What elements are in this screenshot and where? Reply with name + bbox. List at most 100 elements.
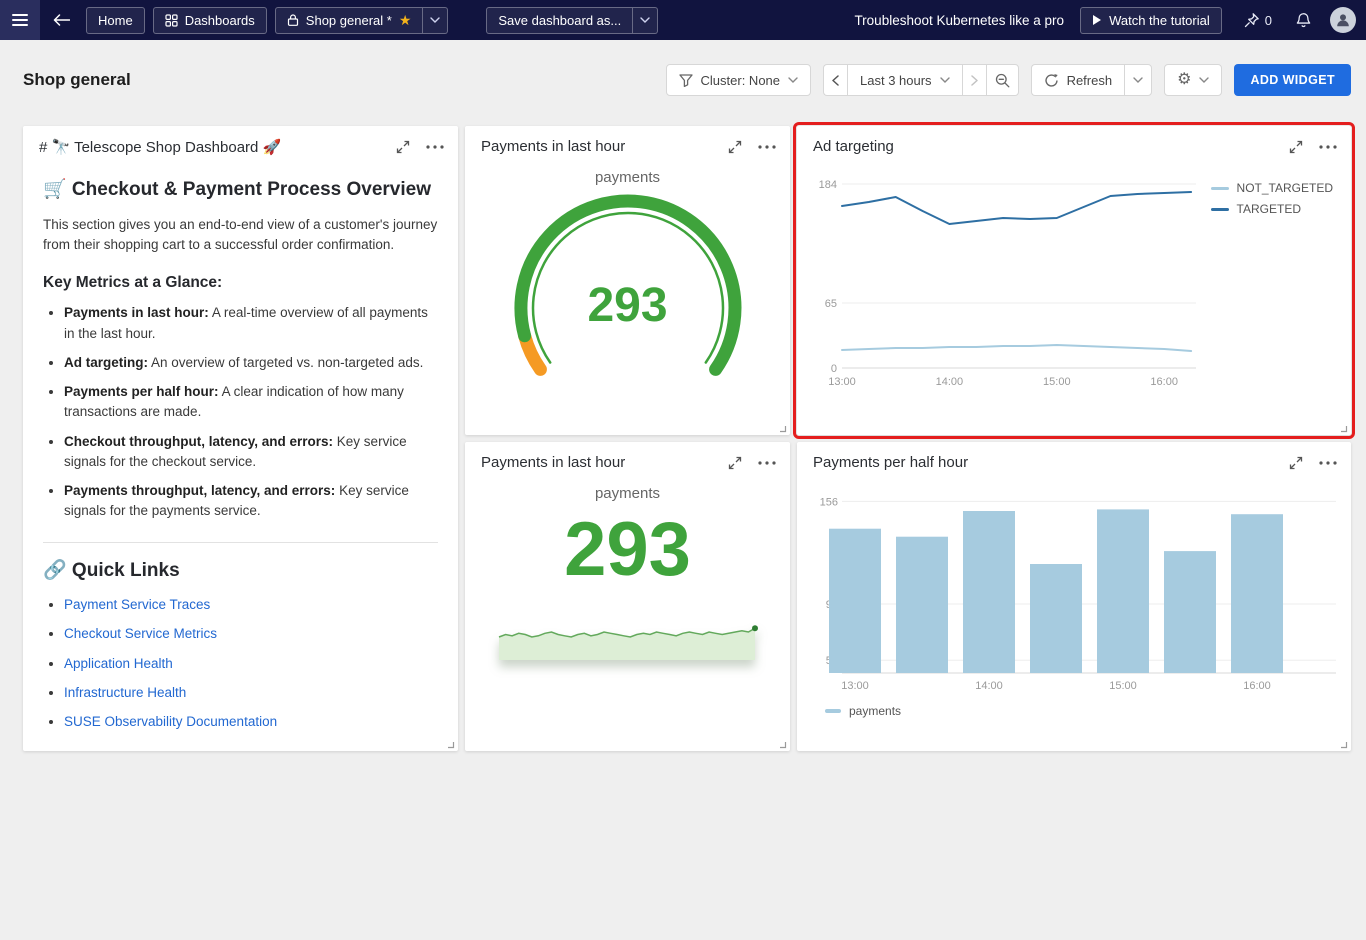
current-dashboard-label: Shop general * [306,13,392,28]
widget-header: Ad targeting [797,126,1351,159]
svg-text:14:00: 14:00 [936,376,964,388]
expand-widget-button[interactable] [1289,140,1303,154]
metric-item: Payments in last hour: A real-time overv… [64,303,438,344]
legend-swatch [1211,208,1229,211]
resize-handle[interactable] [1339,740,1348,749]
expand-widget-button[interactable] [728,140,742,154]
svg-text:15:00: 15:00 [1109,680,1137,692]
widget-title: Payments per half hour [813,454,1289,471]
favorite-star-icon[interactable]: ★ [399,13,412,27]
expand-widget-button[interactable] [728,456,742,470]
watch-tutorial-button[interactable]: Watch the tutorial [1080,7,1222,34]
markdown-content: 🛒 Checkout & Payment Process Overview Th… [23,160,458,732]
divider [43,542,438,543]
expand-icon [728,456,742,470]
chevron-down-icon [640,17,650,23]
page-title: Shop general [23,70,131,90]
sparkline-chart[interactable] [498,604,758,665]
metrics-heading: Key Metrics at a Glance: [43,271,438,294]
resize-handle[interactable] [778,424,787,433]
dashboard-grid: # 🔭 Telescope Shop Dashboard 🚀 🛒 Checkou… [0,118,1366,751]
big-number-value: 293 [465,512,790,588]
expand-widget-button[interactable] [1289,456,1303,470]
dashboard-switcher-chevron-button[interactable] [422,7,448,34]
expand-icon [1289,140,1303,154]
widget-menu-button[interactable] [758,145,776,149]
quick-link[interactable]: Infrastructure Health [64,685,186,700]
page-header: Shop general Cluster: None Last 3 hours [0,40,1366,118]
gauge-chart[interactable]: 293 [488,186,768,389]
back-button[interactable] [46,5,76,35]
notifications-button[interactable] [1288,5,1318,35]
filter-funnel-icon [679,74,693,87]
time-back-button[interactable] [823,64,847,96]
svg-text:14:00: 14:00 [975,680,1003,692]
user-avatar[interactable] [1330,7,1356,33]
refresh-options-chevron-button[interactable] [1124,64,1152,96]
svg-text:15:00: 15:00 [1043,376,1071,388]
zoom-out-time-button[interactable] [986,64,1019,96]
chevron-down-icon [430,17,440,23]
add-widget-button[interactable]: ADD WIDGET [1234,64,1351,96]
resize-handle[interactable] [446,740,455,749]
person-icon [1335,12,1351,28]
widget-menu-button[interactable] [1319,145,1337,149]
dashboards-button[interactable]: Dashboards [153,7,267,34]
widget-title: Payments in last hour [481,138,728,155]
legend-item-targeted[interactable]: TARGETED [1211,202,1333,216]
current-dashboard-group: Shop general * ★ [275,7,449,34]
refresh-label: Refresh [1067,73,1113,88]
legend-label: NOT_TARGETED [1237,181,1333,195]
widget-menu-button[interactable] [1319,461,1337,465]
legend-swatch [1211,187,1229,190]
dashboard-controls: Cluster: None Last 3 hours Refresh [666,64,1351,96]
watch-tutorial-label: Watch the tutorial [1109,13,1210,28]
time-forward-button[interactable] [962,64,986,96]
refresh-button[interactable]: Refresh [1031,64,1125,96]
widget-menu-button[interactable] [426,145,444,149]
quick-link-item: Payment Service Traces [64,595,438,615]
widget-menu-button[interactable] [758,461,776,465]
svg-text:65: 65 [825,298,837,310]
current-dashboard-button[interactable]: Shop general * ★ [275,7,423,34]
top-navigation-bar: Home Dashboards Shop general * ★ Save da… [0,0,1366,40]
resize-handle[interactable] [778,740,787,749]
time-range-button[interactable]: Last 3 hours [847,64,962,96]
quick-link[interactable]: Checkout Service Metrics [64,626,217,641]
metric-item: Checkout throughput, latency, and errors… [64,432,438,473]
expand-icon [1289,456,1303,470]
save-dashboard-as-button[interactable]: Save dashboard as... [486,7,632,34]
resize-handle[interactable] [1339,424,1348,433]
save-dashboard-chevron-button[interactable] [632,7,658,34]
section-heading: 🛒 Checkout & Payment Process Overview [43,176,438,205]
payments-gauge-widget: Payments in last hour payments 293 [465,126,790,435]
dashboard-settings-button[interactable]: ⚙ [1164,64,1222,96]
pinned-items-button[interactable]: 0 [1236,12,1280,28]
bar-chart[interactable]: 579215613:0014:0015:0016:00 [803,475,1343,697]
expand-widget-button[interactable] [396,140,410,154]
back-arrow-icon [53,14,70,26]
home-button-label: Home [98,13,133,28]
legend-item-not-targeted[interactable]: NOT_TARGETED [1211,181,1333,195]
svg-text:16:00: 16:00 [1150,376,1178,388]
time-range-label: Last 3 hours [860,73,932,88]
quick-links-heading: 🔗 Quick Links [43,557,438,586]
chevron-down-icon [1199,77,1209,83]
cluster-filter-button[interactable]: Cluster: None [666,64,811,96]
widget-header: # 🔭 Telescope Shop Dashboard 🚀 [23,126,458,160]
chevron-down-icon [1133,77,1143,83]
quick-link[interactable]: Application Health [64,656,173,671]
play-icon [1092,14,1102,26]
quick-link-item: Application Health [64,654,438,674]
bar-chart-legend[interactable]: payments [803,704,1345,718]
quick-link[interactable]: SUSE Observability Documentation [64,714,277,729]
expand-icon [396,140,410,154]
pin-icon [1244,12,1260,28]
ad-targeting-widget: Ad targeting 06518413:0014:0015:0016:00 … [797,126,1351,435]
quick-link[interactable]: Payment Service Traces [64,597,210,612]
svg-text:16:00: 16:00 [1243,680,1271,692]
bell-icon [1295,12,1312,29]
home-button[interactable]: Home [86,7,145,34]
chevron-right-icon [971,75,978,86]
hamburger-menu-button[interactable] [0,0,40,40]
